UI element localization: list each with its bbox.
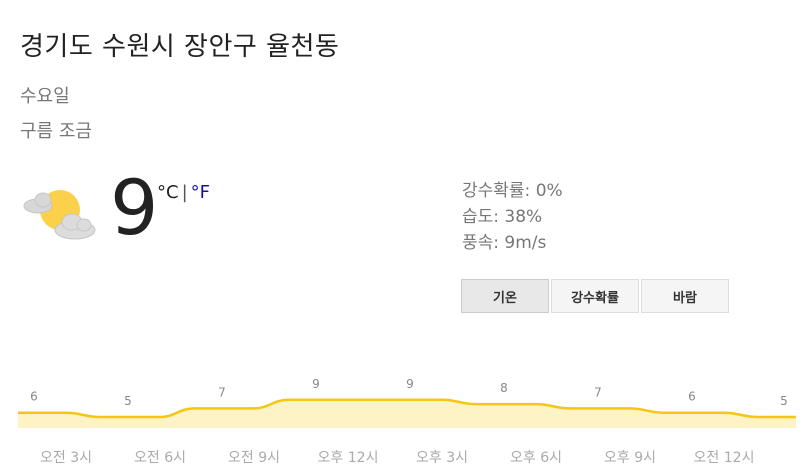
temperature-value-label: 5 <box>780 394 788 408</box>
wind-speed: 풍속: 9m/s <box>462 233 547 253</box>
temperature-value-label: 7 <box>594 385 602 399</box>
temperature-value-label: 9 <box>406 377 414 391</box>
time-axis-label: 오전 6시 <box>134 450 186 466</box>
time-axis-label: 오후 6시 <box>510 450 562 466</box>
temperature-value-label: 5 <box>124 394 132 408</box>
weather-details: 강수확률: 0% 습도: 38% 풍속: 9m/s <box>462 178 563 256</box>
unit-toggle: °C | °F <box>157 182 210 203</box>
chart-tabs: 기온 강수확률 바람 <box>461 279 731 313</box>
partly-cloudy-icon <box>23 190 96 240</box>
unit-separator: | <box>181 182 188 203</box>
time-axis-label: 오전 12시 <box>694 450 755 466</box>
temperature-value-label: 6 <box>30 390 38 404</box>
time-axis-label: 오후 3시 <box>416 450 468 466</box>
temperature-value-label: 8 <box>500 381 508 395</box>
temperature-value-label: 6 <box>688 390 696 404</box>
location-title: 경기도 수원시 장안구 율천동 <box>20 32 340 62</box>
unit-celsius[interactable]: °C <box>157 182 179 203</box>
condition-label: 구름 조금 <box>20 121 92 142</box>
precipitation-probability: 강수확률: 0% <box>462 181 563 201</box>
tab-temperature[interactable]: 기온 <box>461 279 549 313</box>
temperature-value-label: 9 <box>312 377 320 391</box>
temperature-value-label: 7 <box>218 385 226 399</box>
unit-fahrenheit[interactable]: °F <box>191 182 210 203</box>
time-axis-label: 오후 9시 <box>604 450 656 466</box>
humidity: 습도: 38% <box>462 207 543 227</box>
time-axis-label: 오후 12시 <box>318 450 379 466</box>
day-label: 수요일 <box>20 86 70 107</box>
current-temperature: 9 <box>110 163 159 252</box>
temperature-chart: 6 오전 3시 5 오전 6시 7 오전 9시 9 오후 12시 9 오후 3시 8 오후 6시 7 오후… <box>18 377 796 466</box>
tab-precipitation[interactable]: 강수확률 <box>551 279 639 313</box>
time-axis-label: 오전 9시 <box>228 450 280 466</box>
tab-wind[interactable]: 바람 <box>641 279 729 313</box>
time-axis-label: 오전 3시 <box>40 450 92 466</box>
